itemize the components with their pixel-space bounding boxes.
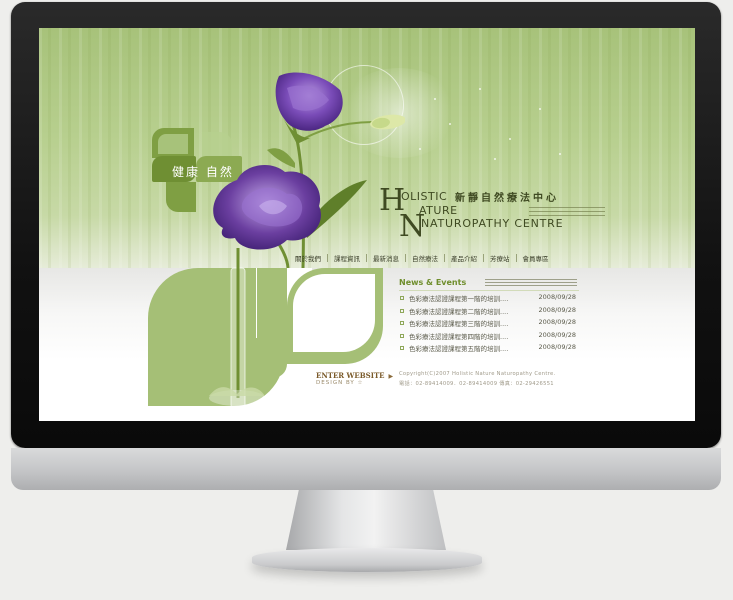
nav-divider: [405, 254, 406, 262]
nav-divider: [515, 254, 517, 262]
design-credit: DESIGN BY ☆: [316, 380, 364, 386]
news-item[interactable]: 色彩療法認證課程第三階的培訓.... 2008/09/28: [399, 318, 579, 331]
site-logo[interactable]: H N OLISTIC 新靜自然療法中心 ATURE NATUROPATHY C…: [379, 184, 679, 244]
sparkle: [494, 158, 496, 160]
contact-text: 電話：02-89414009．02-89414009 傳真：02-2942655…: [399, 381, 554, 387]
nav-divider: [327, 254, 328, 262]
nav-item-members[interactable]: 會員專區: [517, 253, 555, 263]
nav-divider: [366, 254, 367, 262]
nav-item-products[interactable]: 產品介紹: [445, 253, 483, 263]
news-item[interactable]: 色彩療法認證課程第五階的培訓.... 2008/09/28: [399, 343, 579, 356]
copyright-text: Copyright(C)2007 Holistic Nature Naturop…: [399, 371, 556, 377]
main-nav: 關於我們 課程資訊 最新消息 自然療法 產品介紹 芳療站 會員專區: [289, 252, 555, 264]
news-divider: [399, 290, 579, 291]
square-bullet-icon: [400, 296, 404, 300]
news-item-title: 色彩療法認證課程第三階的培訓....: [409, 320, 509, 328]
news-item-date: 2008/09/28: [538, 293, 576, 301]
news-item-date: 2008/09/28: [538, 318, 576, 326]
square-bullet-icon: [400, 308, 404, 313]
sparkle: [509, 138, 511, 140]
news-item-title: 色彩療法認證課程第四階的培訓....: [409, 332, 509, 341]
nav-item-news[interactable]: 最新消息: [367, 253, 405, 263]
square-bullet-icon: [400, 333, 404, 338]
sparkle: [434, 98, 436, 100]
news-list: 色彩療法認證課程第一階的培訓.... 2008/09/28 色彩療法認證課程第二…: [399, 293, 579, 356]
news-item-date: 2008/09/28: [538, 343, 576, 351]
news-item[interactable]: 色彩療法認證課程第四階的培訓.... 2008/09/28: [399, 331, 579, 344]
decor-frame-inner: [293, 274, 375, 352]
monitor-stand-neck: [286, 490, 446, 550]
monitor-stand-base: [252, 548, 482, 572]
vase-illustration: [209, 248, 265, 409]
sparkle: [479, 88, 481, 90]
logo-chinese-name: 新靜自然療法中心: [455, 193, 559, 204]
nav-item-courses[interactable]: 課程資訊: [328, 253, 366, 263]
news-item[interactable]: 色彩療法認證課程第二階的培訓.... 2008/09/28: [399, 306, 579, 319]
logo-word-ature: ATURE: [419, 204, 458, 217]
news-item-date: 2008/09/28: [538, 330, 576, 339]
sparkle: [539, 108, 541, 110]
sparkle: [559, 153, 561, 155]
arrow-right-icon: ▶: [388, 373, 394, 380]
logo-word-centre: NATUROPATHY CENTRE: [421, 217, 564, 230]
nav-divider: [483, 254, 484, 262]
enter-website-label: ENTER WEBSITE: [316, 371, 385, 380]
news-item-date: 2008/09/28: [538, 305, 576, 314]
sparkle: [419, 148, 421, 150]
square-bullet-icon: [400, 321, 404, 325]
flower-illustration: [213, 72, 405, 268]
website-screen: 健康 自然 H N OLISTIC 新靜自然療法中心 ATURE NATUROP…: [39, 28, 695, 421]
news-heading: News & Events: [399, 278, 467, 287]
nav-item-therapy[interactable]: 自然療法: [406, 253, 444, 263]
enter-website-link[interactable]: ENTER WEBSITE ▶: [316, 371, 393, 380]
news-item-title: 色彩療法認證課程第五階的培訓....: [409, 345, 509, 353]
news-fine-print: [485, 279, 577, 288]
nav-divider: [444, 254, 445, 262]
nav-item-about[interactable]: 關於我們: [289, 253, 327, 263]
monitor-chin: [11, 448, 721, 490]
news-item[interactable]: 色彩療法認證課程第一階的培訓.... 2008/09/28: [399, 293, 579, 306]
news-item-title: 色彩療法認證課程第二階的培訓....: [409, 307, 509, 316]
logo-fine-print: [529, 207, 605, 217]
news-item-title: 色彩療法認證課程第一階的培訓....: [409, 295, 509, 303]
nav-item-aroma[interactable]: 芳療站: [484, 253, 516, 263]
sparkle: [449, 123, 451, 125]
square-bullet-icon: [400, 346, 404, 350]
logo-word-olistic: OLISTIC: [401, 190, 448, 203]
header-banner: 健康 自然 H N OLISTIC 新靜自然療法中心 ATURE NATUROP…: [39, 28, 695, 268]
